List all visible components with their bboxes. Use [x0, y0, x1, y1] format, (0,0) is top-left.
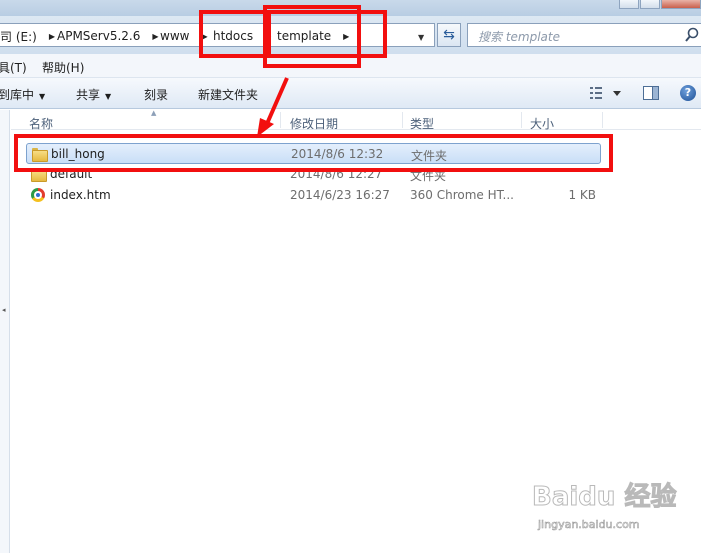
chevron-right-icon[interactable]: ▶	[49, 32, 55, 41]
annotation-box-bill-hong	[14, 134, 613, 172]
refresh-icon: ⇆	[443, 27, 455, 43]
chevron-down-icon	[613, 91, 621, 96]
column-size[interactable]: 大小	[530, 115, 554, 132]
command-bar: 到库中 ▼ 共享 ▼ 刻录 新建文件夹 ?	[0, 78, 701, 109]
column-divider[interactable]	[521, 112, 522, 128]
sort-ascending-icon: ▲	[151, 109, 157, 117]
maximize-button[interactable]	[640, 0, 660, 9]
breadcrumb-apmserv[interactable]: APMServ5.2.6 ▶	[57, 28, 159, 44]
annotation-box-htdocs	[199, 10, 267, 58]
help-icon: ?	[684, 86, 692, 99]
refresh-button[interactable]: ⇆	[437, 23, 461, 47]
menu-help[interactable]: 帮助(H)	[42, 59, 84, 76]
column-date-modified[interactable]: 修改日期	[290, 115, 338, 132]
new-folder-button[interactable]: 新建文件夹	[198, 86, 258, 103]
chrome-html-icon	[31, 188, 45, 202]
watermark-logo: Baidu 经验	[531, 482, 677, 513]
share-button[interactable]: 共享 ▼	[76, 86, 111, 103]
window-controls	[618, 0, 701, 9]
pane-resize-grip-icon[interactable]: ◂	[2, 306, 6, 314]
preview-pane-icon	[652, 87, 658, 99]
search-icon[interactable]	[685, 26, 699, 44]
baidu-jingyan-watermark: Baidu 经验 jingyan.baidu.com	[531, 476, 697, 546]
breadcrumb-drive[interactable]: 司 (E:) ▶	[0, 28, 55, 44]
file-row-index-htm[interactable]: index.htm 2014/6/23 16:27 360 Chrome HT.…	[26, 185, 601, 206]
help-button[interactable]: ?	[680, 85, 696, 101]
minimize-button[interactable]	[619, 0, 639, 9]
column-divider[interactable]	[280, 112, 281, 128]
column-name[interactable]: 名称	[29, 115, 53, 132]
column-type[interactable]: 类型	[410, 115, 434, 132]
navigation-pane[interactable]: ◂	[0, 110, 10, 553]
column-divider[interactable]	[602, 112, 603, 128]
close-button[interactable]	[661, 0, 701, 9]
chevron-right-icon[interactable]: ▶	[152, 32, 158, 41]
include-in-library-button[interactable]: 到库中 ▼	[0, 86, 45, 103]
details-view-icon	[590, 87, 602, 99]
address-history-dropdown-icon[interactable]: ▼	[418, 33, 424, 42]
chevron-down-icon: ▼	[105, 92, 112, 101]
column-header-row: ▲ 名称 修改日期 类型 大小	[11, 109, 701, 132]
burn-button[interactable]: 刻录	[144, 86, 168, 103]
menu-tools[interactable]: 具(T)	[0, 59, 27, 76]
annotation-box-template-outer	[267, 10, 387, 58]
column-divider[interactable]	[402, 112, 403, 128]
chevron-down-icon: ▼	[39, 92, 46, 101]
watermark-url: jingyan.baidu.com	[538, 518, 640, 532]
view-options-button[interactable]	[588, 85, 628, 101]
search-input[interactable]: 搜索 template	[467, 23, 701, 47]
preview-pane-button[interactable]	[643, 86, 659, 100]
